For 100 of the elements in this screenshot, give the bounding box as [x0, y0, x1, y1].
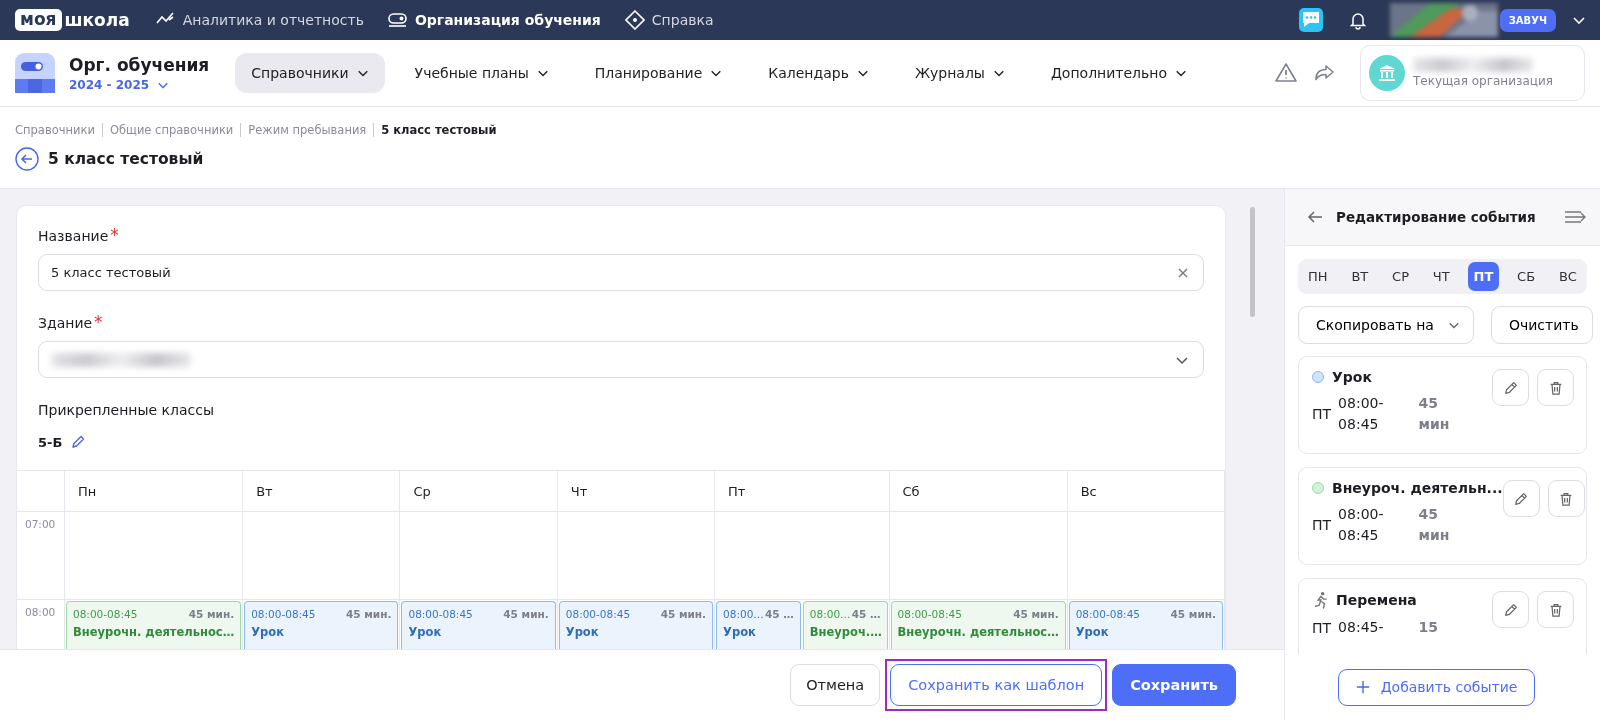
delete-button[interactable]	[1537, 591, 1574, 628]
event-title: Перемена	[1336, 592, 1417, 608]
event-block[interactable]: 08:00…45 … Внеуроч.…	[802, 601, 888, 649]
event-title: Урок	[251, 625, 285, 639]
event-title: Внеуроч. деятельн...	[1332, 480, 1503, 496]
event-duration: 45	[1418, 505, 1439, 524]
day-header: Вс	[1067, 471, 1225, 512]
action-button[interactable]: Сохранить	[1112, 664, 1236, 706]
event-title: Внеурочн. деятельнос…	[73, 625, 235, 639]
logo[interactable]: моя	[15, 9, 62, 31]
event-duration: 45 …	[765, 608, 794, 620]
day-header: Сб	[889, 471, 1068, 512]
event-duration: 45 мин.	[1170, 608, 1216, 620]
pencil-icon	[1502, 601, 1519, 618]
action-button[interactable]: Сохранить как шаблон	[890, 664, 1103, 706]
edit-button[interactable]	[1492, 591, 1529, 628]
clear-icon[interactable]	[1177, 266, 1189, 279]
nav-link[interactable]: Организация обучения	[387, 10, 601, 30]
role-badge[interactable]: ЗАВУЧ	[1499, 8, 1556, 32]
module-title: Орг. обучения	[69, 54, 210, 75]
copy-dropdown[interactable]: Скопировать на	[1298, 306, 1474, 344]
event-time: 08:00-08:45	[565, 608, 631, 620]
logo-text[interactable]: школа	[64, 10, 130, 30]
event-time: 08:45	[1338, 415, 1380, 434]
menu-tab[interactable]: Календарь	[752, 53, 885, 93]
collapse-icon[interactable]	[1564, 209, 1586, 225]
pencil-icon	[1502, 379, 1519, 396]
day-tab[interactable]: ЧТ	[1426, 262, 1456, 291]
event-duration: 45 мин.	[1013, 608, 1059, 620]
delete-button[interactable]	[1547, 480, 1585, 517]
event-title: Внеуроч.…	[809, 625, 881, 639]
bell-icon[interactable]	[1347, 10, 1368, 30]
event-time: 08:00-	[1338, 394, 1384, 413]
delete-button[interactable]	[1537, 369, 1574, 406]
field-label: Прикрепленные классы	[38, 402, 215, 418]
organization-caption: Текущая организация	[1413, 74, 1553, 88]
event-duration: 45 …	[851, 608, 881, 620]
event-time: 08:00-08:45	[73, 608, 138, 620]
clear-button[interactable]: Очистить	[1490, 306, 1593, 344]
menu-tab[interactable]: Планирование	[578, 53, 739, 93]
action-button[interactable]: Отмена	[790, 664, 881, 706]
event-title: Урок	[1332, 369, 1372, 385]
page-title: 5 класс тестовый	[48, 150, 204, 168]
add-event-button[interactable]: Добавить событие	[1337, 668, 1536, 706]
day-header: Ср	[400, 471, 558, 512]
day-tab[interactable]: СБ	[1511, 262, 1542, 291]
event-time: 08:00-08:45	[408, 608, 473, 620]
nav-link[interactable]: Аналитика и отчетность	[155, 10, 364, 30]
chat-icon[interactable]	[1297, 7, 1324, 33]
day-tab[interactable]: СР	[1386, 262, 1415, 291]
day-header: Пт	[715, 471, 890, 512]
year-selector[interactable]: 2024 - 2025	[69, 77, 170, 92]
event-title: Внеурочн. деятельнос…	[897, 625, 1059, 639]
event-day: ПТ	[1312, 517, 1332, 533]
day-header: Чт	[557, 471, 716, 512]
panel-title: Редактирование события	[1336, 209, 1536, 225]
event-duration: 45 мин.	[503, 608, 549, 620]
day-tab[interactable]: ВТ	[1345, 262, 1375, 291]
pencil-icon[interactable]	[70, 434, 87, 450]
event-day: ПТ	[1312, 619, 1332, 636]
nav-link[interactable]: Справка	[624, 10, 714, 30]
breadcrumb-link[interactable]: Режим пребывания	[248, 123, 367, 137]
event-block[interactable]: 08:00-08:45 45 мин. Урок	[1068, 601, 1223, 649]
day-tab[interactable]: ПН	[1302, 262, 1334, 291]
hour-label: 07:00	[17, 512, 65, 600]
event-time: 08:00-	[1338, 505, 1384, 524]
event-duration: мин	[1418, 526, 1450, 545]
pencil-icon	[1513, 490, 1530, 507]
event-block[interactable]: 08:00…45 … Урок	[716, 601, 801, 649]
organization-card[interactable]: Текущая организация	[1360, 45, 1585, 101]
event-block[interactable]: 08:00-08:45 45 мин. Урок	[558, 601, 714, 649]
hour-label: 08:00	[17, 600, 65, 649]
event-title: Урок	[565, 625, 600, 639]
event-duration: 45 мин.	[346, 608, 392, 620]
bank-icon	[1369, 55, 1405, 91]
event-time: 08:00-08:45	[897, 608, 962, 620]
diamond-icon	[624, 10, 645, 30]
event-block[interactable]: 08:00-08:45 45 мин. Урок	[244, 601, 399, 649]
name-field[interactable]: 5 класс тестовый	[38, 254, 1204, 291]
event-duration: 45	[1418, 394, 1439, 413]
edit-button[interactable]	[1502, 480, 1540, 517]
menu-tab[interactable]: Учебные планы	[398, 53, 565, 93]
event-block[interactable]: 08:00-08:45 45 мин. Урок	[401, 601, 556, 649]
required-mark: *	[110, 228, 119, 244]
back-icon[interactable]	[15, 147, 39, 171]
menu-tab[interactable]: Справочники	[235, 53, 385, 93]
day-header: Вт	[243, 471, 401, 512]
event-time: 08:00…	[809, 608, 851, 620]
day-tab[interactable]: ПТ	[1467, 262, 1500, 291]
event-title: Урок	[408, 625, 443, 639]
event-duration: 15	[1418, 618, 1438, 637]
event-block[interactable]: 08:00-08:45 45 мин. Внеурочн. деятельнос…	[890, 601, 1066, 649]
event-block[interactable]: 08:00-08:45 45 мин. Внеурочн. деятельнос…	[66, 601, 242, 649]
menu-tab[interactable]: Журналы	[898, 53, 1021, 93]
breadcrumb-current: 5 класс тестовый	[381, 123, 497, 137]
warning-icon[interactable]	[1274, 61, 1298, 85]
menu-tab[interactable]: Дополнительно	[1034, 53, 1204, 93]
toggle-icon	[387, 10, 408, 30]
day-tab[interactable]: ВС	[1552, 262, 1583, 291]
edit-button[interactable]	[1492, 369, 1529, 406]
